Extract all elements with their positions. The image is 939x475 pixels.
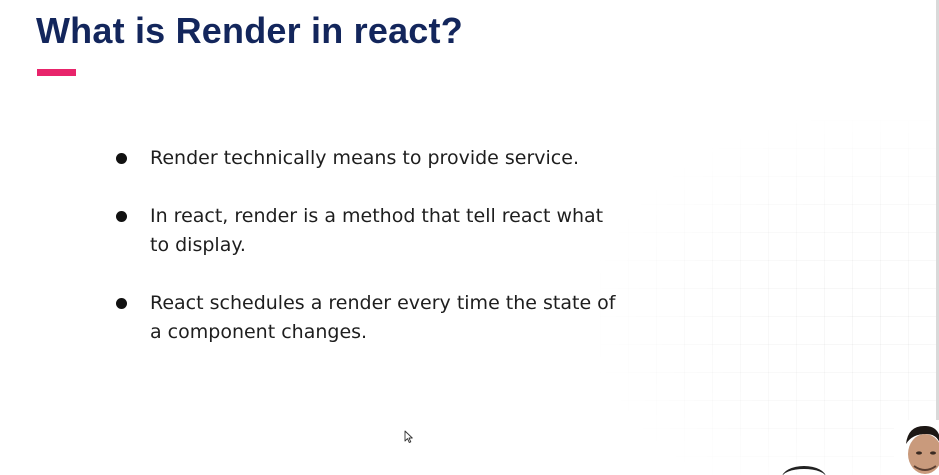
- bullet-item: Render technically means to provide serv…: [112, 144, 652, 173]
- bullet-text-line: In react, render is a method that tell r…: [150, 205, 604, 227]
- title-accent-bar: [37, 69, 76, 76]
- bullet-text-line: Render technically means to provide serv…: [150, 147, 579, 169]
- bullet-dot-icon: [116, 153, 127, 164]
- bullet-dot-icon: [116, 298, 127, 309]
- presentation-slide: What is Render in react? Render technica…: [0, 0, 939, 475]
- presenter-webcam-thumbnail: [894, 420, 939, 475]
- bullet-text-line: to display.: [150, 234, 246, 256]
- bullet-item: In react, render is a method that tell r…: [112, 202, 652, 260]
- bullet-text-line: React schedules a render every time the …: [150, 292, 616, 314]
- bullet-item: React schedules a render every time the …: [112, 289, 652, 347]
- slide-title: What is Render in react?: [36, 10, 463, 51]
- bullet-dot-icon: [116, 211, 127, 222]
- mouse-pointer-icon: [404, 430, 413, 443]
- bullet-list: Render technically means to provide serv…: [112, 144, 652, 376]
- bullet-text-line: a component changes.: [150, 321, 368, 343]
